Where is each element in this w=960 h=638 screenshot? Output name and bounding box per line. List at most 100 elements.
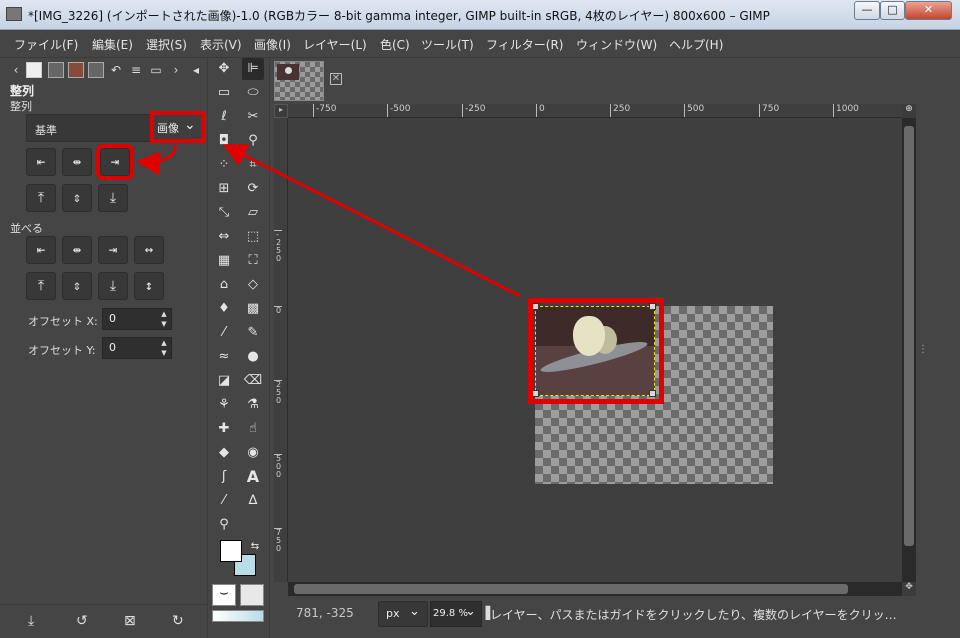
eraser-icon[interactable]: ⌫: [242, 370, 264, 392]
menu-layer[interactable]: レイヤー(L): [303, 36, 367, 53]
distribute-left-button[interactable]: ⇤: [26, 236, 56, 264]
vertical-scrollbar[interactable]: [902, 118, 916, 582]
measure-icon[interactable]: ∆: [242, 490, 264, 512]
paths-icon[interactable]: ʃ: [213, 466, 235, 488]
align-vcenter-button[interactable]: ⇕: [62, 184, 92, 212]
align-hcenter-button[interactable]: ⇹: [62, 148, 92, 176]
offset-y-spinner-icon[interactable]: ▲ ▼: [159, 338, 169, 358]
chevron-right-icon[interactable]: ›: [168, 62, 184, 78]
ruler-corner[interactable]: ▸: [274, 104, 288, 118]
chevron-left-icon[interactable]: ‹: [8, 62, 24, 78]
perspective-clone-icon[interactable]: ⚗: [242, 394, 264, 416]
save-options-icon[interactable]: ⤓: [28, 613, 34, 629]
perspective-icon[interactable]: ◇: [242, 274, 264, 296]
smudge-icon[interactable]: ☝: [242, 418, 264, 440]
menu-select[interactable]: 選択(S): [146, 36, 187, 53]
horizontal-ruler[interactable]: -750 -500 -250 0 250 500 750 1000: [288, 104, 902, 118]
distribute-vcenter-button[interactable]: ⇕: [62, 272, 92, 300]
move-tool-icon[interactable]: ✥: [213, 58, 235, 80]
foreground-select-icon[interactable]: ◘: [213, 130, 235, 152]
scissors-icon[interactable]: ✂: [242, 106, 264, 128]
horizontal-scroll-thumb[interactable]: [294, 584, 848, 594]
menu-view[interactable]: 表示(V): [200, 36, 242, 53]
rotate-icon[interactable]: ⟳: [242, 178, 264, 200]
align-right-button[interactable]: ⇥: [96, 144, 134, 180]
distribute-right-button[interactable]: ⇥: [98, 236, 128, 264]
minimize-button[interactable]: —: [854, 1, 880, 20]
distribute-top-button[interactable]: ⤒: [26, 272, 56, 300]
menu-image[interactable]: 画像(I): [254, 36, 291, 53]
bucket-fill-icon[interactable]: ♦: [213, 298, 235, 320]
dodge-burn-icon[interactable]: ◉: [242, 442, 264, 464]
scale-icon[interactable]: ⤡: [213, 202, 235, 224]
unified-transform-icon[interactable]: ⊞: [213, 178, 235, 200]
distribute-bottom-button[interactable]: ⤓: [98, 272, 128, 300]
offset-y-field[interactable]: 0 ▲ ▼: [102, 337, 172, 359]
delete-options-icon[interactable]: ⊠: [124, 613, 136, 629]
menu-windows[interactable]: ウィンドウ(W): [576, 36, 657, 53]
color-picker-icon[interactable]: ⁄: [213, 490, 235, 512]
by-color-select-icon[interactable]: ⁘: [213, 154, 235, 176]
images-tab-icon[interactable]: [68, 62, 84, 78]
align-tool-icon[interactable]: ⊫: [242, 58, 264, 80]
distribute-vspace-button[interactable]: ↕: [134, 272, 164, 300]
menu-tools[interactable]: ツール(T): [421, 36, 474, 53]
vertical-ruler[interactable]: -250 0 250 500 750: [274, 118, 288, 582]
close-tab-icon[interactable]: ✕: [330, 73, 342, 85]
image-canvas[interactable]: [288, 118, 902, 582]
crop-icon[interactable]: ⌗: [242, 154, 264, 176]
navigate-icon[interactable]: ✥: [902, 582, 916, 596]
maximize-button[interactable]: □: [880, 1, 905, 20]
vertical-scroll-thumb[interactable]: [904, 126, 914, 546]
flip-icon[interactable]: ⇔: [213, 226, 235, 248]
close-button[interactable]: ✕: [905, 1, 952, 20]
ellipse-select-icon[interactable]: ⬭: [242, 82, 264, 104]
ink-icon[interactable]: ●: [242, 346, 264, 368]
swap-colors-icon[interactable]: ⇆: [244, 536, 266, 558]
horizontal-scrollbar[interactable]: [288, 582, 902, 596]
rect-select-icon[interactable]: ▭: [213, 82, 235, 104]
display-tab-icon[interactable]: ▭: [148, 62, 164, 78]
3d-transform-icon[interactable]: ⬚: [242, 226, 264, 248]
shear-icon[interactable]: ▱: [242, 202, 264, 224]
text-tool-icon[interactable]: A: [242, 466, 264, 488]
image-tab-thumbnail[interactable]: [274, 61, 324, 101]
zoom-dropdown[interactable]: 29.8 % ⌄: [430, 601, 482, 627]
zoom-image-icon[interactable]: ⊕: [902, 104, 916, 118]
distribute-hcenter-button[interactable]: ⇹: [62, 236, 92, 264]
gradient-preview[interactable]: [212, 610, 264, 622]
heal-icon[interactable]: ✚: [213, 418, 235, 440]
menu-colors[interactable]: 色(C): [380, 36, 410, 53]
menu-edit[interactable]: 編集(E): [92, 36, 133, 53]
undo-tab-icon[interactable]: ↶: [108, 62, 124, 78]
warp-icon[interactable]: ▦: [213, 250, 235, 272]
clone-icon[interactable]: ⚘: [213, 394, 235, 416]
align-left-button[interactable]: ⇤: [26, 148, 56, 176]
gradient-icon[interactable]: ◪: [213, 370, 235, 392]
restore-options-icon[interactable]: ↺: [76, 613, 88, 629]
dock-menu-icon[interactable]: ◂: [188, 62, 204, 78]
offset-x-spinner-icon[interactable]: ▲ ▼: [159, 309, 169, 329]
free-select-icon[interactable]: ℓ: [213, 106, 235, 128]
distribute-hspace-button[interactable]: ↔: [134, 236, 164, 264]
zoom-tool-icon[interactable]: ⚲: [213, 514, 235, 536]
menu-help[interactable]: ヘルプ(H): [669, 36, 723, 53]
relative-to-dropdown[interactable]: 画像 ⌄: [150, 111, 205, 143]
undo-history-tab-icon[interactable]: [88, 62, 104, 78]
gimp-app-icon[interactable]: [6, 7, 22, 21]
align-bottom-button[interactable]: ⤓: [98, 184, 128, 212]
handle-transform-icon[interactable]: ⛶: [242, 250, 264, 272]
cage-transform-icon[interactable]: ⌂: [213, 274, 235, 296]
mypaint-brush-icon[interactable]: ▩: [242, 298, 264, 320]
foreground-color-swatch[interactable]: [220, 540, 242, 562]
pencil-icon[interactable]: ✎: [242, 322, 264, 344]
device-status-tab-icon[interactable]: [48, 62, 64, 78]
offset-x-field[interactable]: 0 ▲ ▼: [102, 308, 172, 330]
brush-preview[interactable]: ⌣: [212, 584, 236, 606]
pattern-preview[interactable]: [240, 584, 264, 606]
blur-icon[interactable]: ◆: [213, 442, 235, 464]
tool-options-tab-icon[interactable]: [26, 62, 42, 78]
dock-handle-icon[interactable]: ⋮: [918, 344, 928, 355]
unit-dropdown[interactable]: px ⌄: [378, 601, 428, 627]
align-top-button[interactable]: ⤒: [26, 184, 56, 212]
